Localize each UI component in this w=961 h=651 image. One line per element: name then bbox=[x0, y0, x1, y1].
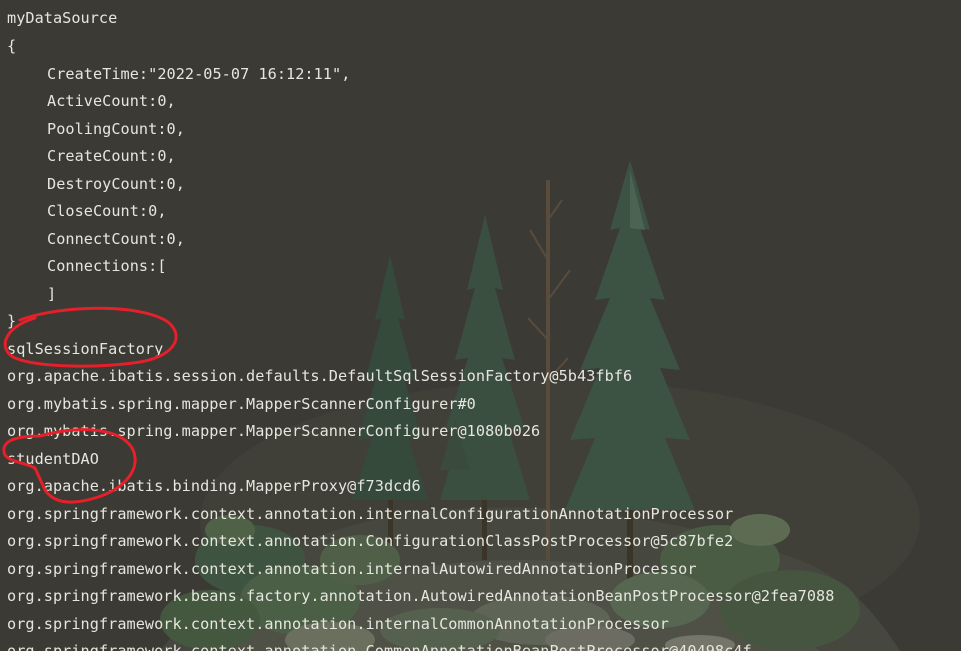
console-line: CreateCount:0, bbox=[47, 147, 176, 165]
console-line: ConnectCount:0, bbox=[47, 230, 185, 248]
console-output: myDataSource { CreateTime:"2022-05-07 16… bbox=[0, 0, 961, 651]
console-line: DestroyCount:0, bbox=[47, 175, 185, 193]
console-line: CreateTime:"2022-05-07 16:12:11", bbox=[47, 65, 351, 83]
console-line: { bbox=[7, 37, 17, 55]
console-line-bean-name: sqlSessionFactory bbox=[7, 340, 164, 358]
console-line: org.springframework.context.annotation.i… bbox=[7, 615, 669, 633]
console-line-bean-name: studentDAO bbox=[7, 450, 99, 468]
console-line: ] bbox=[47, 285, 57, 303]
console-line: org.springframework.context.annotation.i… bbox=[7, 560, 697, 578]
console-line: Connections:[ bbox=[47, 257, 167, 275]
console-line: org.springframework.context.annotation.i… bbox=[7, 505, 734, 523]
console-line: ActiveCount:0, bbox=[47, 92, 176, 110]
console-line: myDataSource bbox=[7, 9, 118, 27]
console-line: org.apache.ibatis.session.defaults.Defau… bbox=[7, 367, 633, 385]
console-line: CloseCount:0, bbox=[47, 202, 167, 220]
console-line: org.springframework.context.annotation.C… bbox=[7, 532, 734, 550]
console-line: org.mybatis.spring.mapper.MapperScannerC… bbox=[7, 395, 476, 413]
console-line: PoolingCount:0, bbox=[47, 120, 185, 138]
console-line: org.springframework.beans.factory.annota… bbox=[7, 587, 835, 605]
console-line: org.springframework.context.annotation.C… bbox=[7, 642, 752, 651]
console-line: org.apache.ibatis.binding.MapperProxy@f7… bbox=[7, 477, 421, 495]
console-line: } bbox=[7, 312, 17, 330]
console-line: org.mybatis.spring.mapper.MapperScannerC… bbox=[7, 422, 541, 440]
